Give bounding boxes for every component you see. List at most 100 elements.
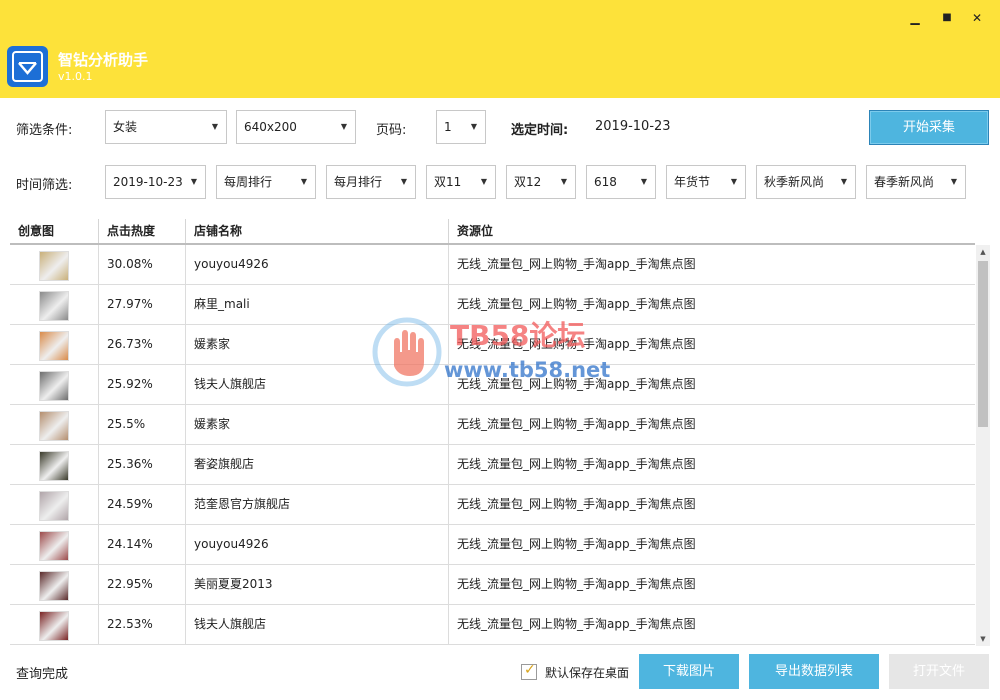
creative-thumbnail[interactable] bbox=[39, 251, 69, 281]
time-filter-select-3[interactable]: 双11 ▼ bbox=[426, 165, 496, 199]
heat-cell: 25.5% bbox=[99, 405, 186, 445]
table-row[interactable]: 24.59% 范奎恩官方旗舰店 无线_流量包_网上购物_手淘app_手淘焦点图 bbox=[10, 485, 975, 525]
shop-cell: 范奎恩官方旗舰店 bbox=[186, 485, 449, 525]
table-row[interactable]: 22.95% 美丽夏夏2013 无线_流量包_网上购物_手淘app_手淘焦点图 bbox=[10, 565, 975, 605]
column-header-heat[interactable]: 点击热度 bbox=[99, 219, 186, 243]
time-filter-value: 双12 bbox=[514, 175, 542, 189]
creative-cell bbox=[10, 365, 99, 405]
heat-cell: 25.92% bbox=[99, 365, 186, 405]
creative-thumbnail[interactable] bbox=[39, 371, 69, 401]
creative-thumbnail[interactable] bbox=[39, 451, 69, 481]
time-filter-select-2[interactable]: 每月排行 ▼ bbox=[326, 165, 416, 199]
heat-cell: 24.14% bbox=[99, 525, 186, 565]
chevron-down-icon: ▼ bbox=[730, 177, 737, 186]
time-filter-value: 618 bbox=[594, 175, 617, 189]
creative-thumbnail[interactable] bbox=[39, 611, 69, 641]
heat-cell: 27.97% bbox=[99, 285, 186, 325]
heat-cell: 24.59% bbox=[99, 485, 186, 525]
creative-cell bbox=[10, 325, 99, 365]
time-filter-select-6[interactable]: 年货节 ▼ bbox=[666, 165, 746, 199]
selected-time-value: 2019-10-23 bbox=[595, 119, 671, 134]
creative-cell bbox=[10, 485, 99, 525]
open-file-button[interactable]: 打开文件 bbox=[889, 654, 989, 689]
column-header-creative[interactable]: 创意图 bbox=[10, 219, 99, 243]
time-filter-label: 时间筛选: bbox=[16, 178, 73, 193]
app-logo-icon bbox=[7, 46, 48, 87]
table-row[interactable]: 22.53% 钱夫人旗舰店 无线_流量包_网上购物_手淘app_手淘焦点图 bbox=[10, 605, 975, 645]
status-text: 查询完成 bbox=[16, 667, 69, 682]
creative-thumbnail[interactable] bbox=[39, 291, 69, 321]
size-select[interactable]: 640x200 ▼ bbox=[236, 110, 356, 144]
creative-thumbnail[interactable] bbox=[39, 411, 69, 441]
table-row[interactable]: 27.97% 麻里_mali 无线_流量包_网上购物_手淘app_手淘焦点图 bbox=[10, 285, 975, 325]
slot-cell: 无线_流量包_网上购物_手淘app_手淘焦点图 bbox=[457, 417, 696, 431]
scrollbar-thumb[interactable] bbox=[978, 261, 988, 427]
shop-cell: 奢姿旗舰店 bbox=[186, 445, 449, 485]
chevron-down-icon: ▼ bbox=[560, 177, 567, 186]
time-filter-select-7[interactable]: 秋季新风尚 ▼ bbox=[756, 165, 856, 199]
download-images-button[interactable]: 下载图片 bbox=[639, 654, 739, 689]
time-filter-select-8[interactable]: 春季新风尚 ▼ bbox=[866, 165, 966, 199]
column-header-slot[interactable]: 资源位 bbox=[449, 219, 975, 243]
creative-thumbnail[interactable] bbox=[39, 571, 69, 601]
creative-cell bbox=[10, 565, 99, 605]
chevron-down-icon: ▼ bbox=[950, 177, 957, 186]
scroll-down-icon[interactable]: ▼ bbox=[976, 632, 990, 646]
vertical-scrollbar[interactable]: ▲ ▼ bbox=[976, 245, 990, 646]
chevron-down-icon: ▼ bbox=[840, 177, 847, 186]
creative-cell bbox=[10, 605, 99, 645]
creative-cell bbox=[10, 405, 99, 445]
time-filter-value: 每月排行 bbox=[334, 175, 383, 189]
time-filter-select-1[interactable]: 每周排行 ▼ bbox=[216, 165, 316, 199]
chevron-down-icon: ▼ bbox=[400, 177, 407, 186]
creative-thumbnail[interactable] bbox=[39, 331, 69, 361]
shop-cell: 媛素家 bbox=[186, 405, 449, 445]
shop-cell: 麻里_mali bbox=[186, 285, 449, 325]
shop-cell: 钱夫人旗舰店 bbox=[186, 605, 449, 645]
creative-thumbnail[interactable] bbox=[39, 491, 69, 521]
table-row[interactable]: 30.08% youyou4926 无线_流量包_网上购物_手淘app_手淘焦点图 bbox=[10, 245, 975, 285]
time-filter-select-0[interactable]: 2019-10-23 ▼ bbox=[105, 165, 206, 199]
slot-cell: 无线_流量包_网上购物_手淘app_手淘焦点图 bbox=[457, 377, 696, 391]
heat-cell: 26.73% bbox=[99, 325, 186, 365]
minimize-button[interactable]: ▁ bbox=[905, 8, 925, 28]
chevron-down-icon: ▼ bbox=[480, 177, 487, 186]
heat-cell: 22.95% bbox=[99, 565, 186, 605]
chevron-down-icon: ▼ bbox=[340, 122, 347, 131]
creative-thumbnail[interactable] bbox=[39, 531, 69, 561]
chevron-down-icon: ▼ bbox=[640, 177, 647, 186]
checkmark-icon: ✓ bbox=[524, 662, 536, 678]
scroll-up-icon[interactable]: ▲ bbox=[976, 245, 990, 259]
start-collect-button[interactable]: 开始采集 bbox=[869, 110, 989, 145]
creative-cell bbox=[10, 285, 99, 325]
maximize-button[interactable]: ■ bbox=[937, 8, 957, 28]
time-filter-value: 双11 bbox=[434, 175, 462, 189]
table-row[interactable]: 25.92% 钱夫人旗舰店 无线_流量包_网上购物_手淘app_手淘焦点图 bbox=[10, 365, 975, 405]
size-select-value: 640x200 bbox=[244, 120, 297, 134]
chevron-down-icon: ▼ bbox=[470, 122, 477, 131]
chevron-down-icon: ▼ bbox=[211, 122, 218, 131]
save-default-label[interactable]: 默认保存在桌面 bbox=[545, 664, 629, 681]
time-filter-value: 秋季新风尚 bbox=[764, 175, 825, 189]
slot-cell: 无线_流量包_网上购物_手淘app_手淘焦点图 bbox=[457, 617, 696, 631]
save-default-checkbox[interactable]: ✓ bbox=[521, 662, 537, 680]
chevron-down-icon: ▼ bbox=[190, 177, 197, 186]
table-row[interactable]: 25.5% 媛素家 无线_流量包_网上购物_手淘app_手淘焦点图 bbox=[10, 405, 975, 445]
app-name: 智钻分析助手 bbox=[58, 51, 149, 69]
filter-label: 筛选条件: bbox=[16, 123, 73, 138]
column-header-shop[interactable]: 店铺名称 bbox=[186, 219, 449, 243]
table-row[interactable]: 26.73% 媛素家 无线_流量包_网上购物_手淘app_手淘焦点图 bbox=[10, 325, 975, 365]
creative-cell bbox=[10, 445, 99, 485]
table-row[interactable]: 24.14% youyou4926 无线_流量包_网上购物_手淘app_手淘焦点图 bbox=[10, 525, 975, 565]
app-version: v1.0.1 bbox=[58, 70, 93, 83]
shop-cell: 钱夫人旗舰店 bbox=[186, 365, 449, 405]
table-row[interactable]: 25.36% 奢姿旗舰店 无线_流量包_网上购物_手淘app_手淘焦点图 bbox=[10, 445, 975, 485]
time-filter-select-5[interactable]: 618 ▼ bbox=[586, 165, 656, 199]
shop-cell: youyou4926 bbox=[186, 525, 449, 565]
close-button[interactable]: ✕ bbox=[967, 8, 987, 28]
category-select[interactable]: 女装 ▼ bbox=[105, 110, 227, 144]
time-filter-select-4[interactable]: 双12 ▼ bbox=[506, 165, 576, 199]
page-select[interactable]: 1 ▼ bbox=[436, 110, 486, 144]
time-filter-value: 每周排行 bbox=[224, 175, 273, 189]
export-data-button[interactable]: 导出数据列表 bbox=[749, 654, 879, 689]
